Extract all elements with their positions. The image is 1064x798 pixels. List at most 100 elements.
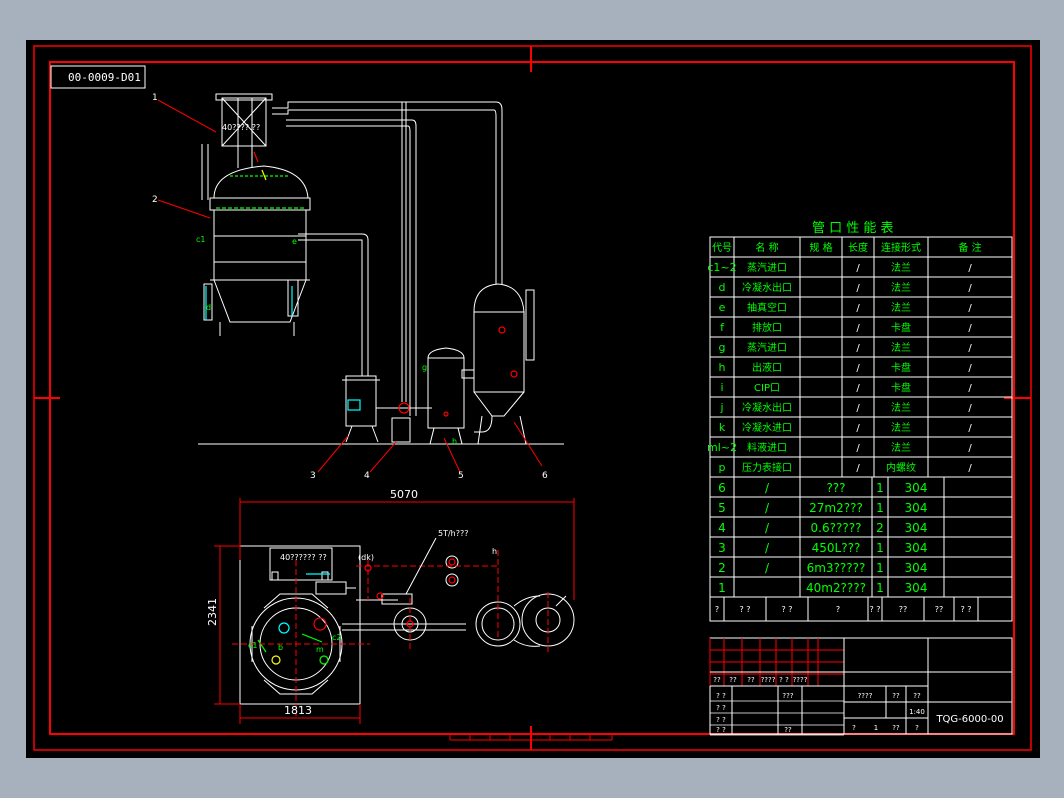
parts-list-header-cell: ? ? xyxy=(781,605,792,614)
plan-port-b: b xyxy=(278,643,283,652)
parts-list-cell: 304 xyxy=(905,481,928,495)
nozzle-table-cell: h xyxy=(719,361,726,374)
plan-centerlines xyxy=(232,550,549,716)
nozzle-table-cell: 冷凝水出口 xyxy=(742,281,792,294)
nozzle-table-cell: / xyxy=(968,403,972,414)
sign-row-label: ? ? xyxy=(716,704,726,712)
nozzle-table-cell: 法兰 xyxy=(891,341,911,354)
plan-note: 5T/h??? xyxy=(438,529,468,538)
parts-list: 6 /??? 1 304 5 / 27m2??? 1 304 4 / 0.6????? 2 304 3 / 45… xyxy=(709,476,1013,622)
parts-list-cell: / xyxy=(765,541,770,555)
drawing-number: 00-0009-D01 xyxy=(68,71,141,84)
parts-list-cell: 1 xyxy=(876,481,884,495)
revision-row-cell: ?? xyxy=(713,676,721,684)
nozzle-table-cell: / xyxy=(856,303,860,314)
nozzle-table-cell: 冷凝水进口 xyxy=(742,421,792,434)
plan-port-c1: c1 xyxy=(248,641,258,650)
elevation-view xyxy=(198,93,564,445)
revision-row-cell: ?? xyxy=(729,676,737,684)
revision-row-cell: ?? xyxy=(747,676,755,684)
nozzle-table-title: 管 口 性 能 表 xyxy=(812,221,894,236)
dim-total-width: 5070 xyxy=(390,488,418,501)
nozzle-table-cell: 内螺纹 xyxy=(886,461,916,474)
parts-list-header-cell: ? ? xyxy=(960,605,971,614)
nozzle-table-cell: p xyxy=(719,461,726,474)
nozzle-table-cell: / xyxy=(856,463,860,474)
nozzle-table-cell: / xyxy=(968,263,972,274)
callout-2: 2 xyxy=(152,195,158,205)
dimension-lines xyxy=(214,498,575,724)
nozzle-table-cell: / xyxy=(968,323,972,334)
parts-list-cell: 40m2???? xyxy=(806,581,866,595)
nozzle-table-cell: j xyxy=(719,401,723,414)
parts-list-cell: 1 xyxy=(718,581,726,595)
weight-label: ???? xyxy=(858,692,873,700)
drawing-sheet: 00-0009-D01 40???? ?? 1 2 3 4 5 6 c1 e d… xyxy=(26,40,1040,758)
nozzle-table-cell: 抽真空口 xyxy=(747,301,787,314)
sheet-row-cell: ? xyxy=(852,724,856,732)
nozzle-table-cell: 排放口 xyxy=(752,321,782,334)
plan-accents xyxy=(257,558,456,665)
nozzle-table-cell: / xyxy=(968,283,972,294)
parts-list-header-cell: ?? xyxy=(935,605,944,614)
parts-list-cell: 304 xyxy=(905,561,928,575)
outer-frame xyxy=(33,45,1032,751)
parts-list-header-cell: ? xyxy=(715,605,719,614)
parts-list-cell: 304 xyxy=(905,581,928,595)
parts-list-cell: / xyxy=(765,501,770,515)
nozzle-table-cell: 法兰 xyxy=(891,441,911,454)
revision-row-cell: ? ? xyxy=(779,676,789,684)
nozzle-table-cell: ml~2 xyxy=(707,441,737,454)
parts-list-cell: 1 xyxy=(876,581,884,595)
port-label-e: e xyxy=(292,237,297,246)
parts-list-header-cell: ?? xyxy=(899,605,908,614)
title-block-drawing-code: TQG-6000-00 xyxy=(935,714,1003,725)
sign-row-value: ??? xyxy=(782,692,793,700)
parts-list-cell: 450L??? xyxy=(812,541,861,555)
nozzle-table-header: 规 格 xyxy=(809,241,832,254)
nozzle-table-cell: d xyxy=(719,281,726,294)
port-label-d: d xyxy=(206,303,211,312)
parts-list-cell: 5 xyxy=(718,501,726,515)
nozzle-table-cell: CIP口 xyxy=(754,383,780,394)
nozzle-table-cell: i xyxy=(720,381,723,394)
sheet-row-cell: ?? xyxy=(892,724,900,732)
callout-leaders xyxy=(157,99,543,473)
parts-list-cell: 304 xyxy=(905,541,928,555)
parts-list-header-cell: ? ? xyxy=(869,605,880,614)
nozzle-table-cell: / xyxy=(968,383,972,394)
parts-list-cell: 2 xyxy=(876,521,884,535)
scale-value: 1:40 xyxy=(909,708,925,716)
nozzle-table-cell: c1~2 xyxy=(707,261,736,274)
nozzle-table-cell: / xyxy=(856,443,860,454)
nozzle-table-cell: 法兰 xyxy=(891,401,911,414)
centering-marks xyxy=(34,46,1031,750)
parts-list-cell: 304 xyxy=(905,501,928,515)
nozzle-table-cell: 法兰 xyxy=(891,261,911,274)
callout-1: 1 xyxy=(152,93,158,103)
nozzle-table-cell: 蒸汽进口 xyxy=(747,261,787,274)
parts-list-cell: ??? xyxy=(826,481,845,495)
nozzle-table-cell: / xyxy=(856,283,860,294)
parts-list-header-cell: ? xyxy=(836,605,840,614)
parts-list-cell: 1 xyxy=(876,561,884,575)
plan-port-dk: (dk) xyxy=(358,553,374,562)
sign-row-label: ? ? xyxy=(716,716,726,724)
nozzle-table-cell: 法兰 xyxy=(891,281,911,294)
revision-row-cell: ???? xyxy=(761,676,776,684)
parts-list-cell: 6m3????? xyxy=(807,561,866,575)
parts-list-cell: 304 xyxy=(905,521,928,535)
nozzle-table-cell: 卡盘 xyxy=(891,381,911,394)
nozzle-table-cell: / xyxy=(968,443,972,454)
condenser-tag: 40???? ?? xyxy=(222,123,260,132)
nozzle-table-cell: 料液进口 xyxy=(747,441,787,454)
weight-value: ?? xyxy=(892,692,900,700)
parts-list-cell: 4 xyxy=(718,521,726,535)
callout-numbers: 1 2 3 4 5 6 xyxy=(152,93,548,481)
cad-drawing: 00-0009-D01 40???? ?? 1 2 3 4 5 6 c1 e d… xyxy=(33,45,1032,751)
nozzle-table-cell: 蒸汽进口 xyxy=(747,341,787,354)
nozzle-table-cell: 压力表接口 xyxy=(742,461,792,474)
nozzle-table-cell: / xyxy=(856,263,860,274)
sheet-row-cell: ? xyxy=(915,724,919,732)
nozzle-table-header: 连接形式 xyxy=(881,241,921,254)
